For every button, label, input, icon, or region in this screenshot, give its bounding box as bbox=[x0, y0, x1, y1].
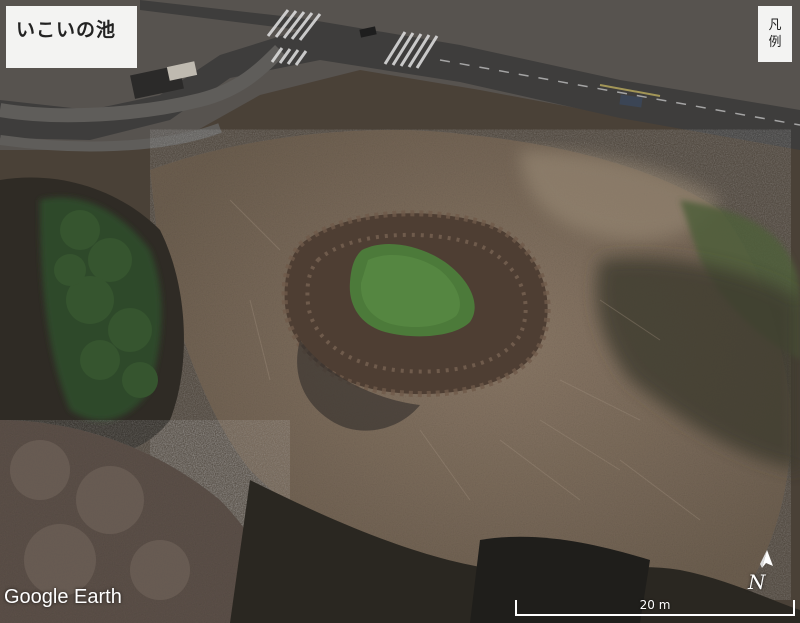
google-earth-attribution: Google Earth bbox=[4, 586, 122, 608]
aerial-map[interactable] bbox=[0, 0, 800, 623]
scale-tick-right bbox=[793, 600, 795, 616]
satellite-imagery bbox=[0, 0, 800, 623]
legend-label-char-1: 凡 bbox=[768, 18, 782, 33]
place-title-panel: いこいの池 bbox=[6, 6, 137, 68]
legend-label-char-2: 例 bbox=[768, 35, 782, 50]
north-letter: N bbox=[748, 570, 766, 594]
page-title: いこいの池 bbox=[16, 19, 117, 41]
scale-line bbox=[515, 614, 795, 616]
legend-button[interactable]: 凡 例 bbox=[758, 6, 792, 62]
scale-tick-left bbox=[515, 600, 517, 616]
scale-bar: 20 m bbox=[515, 596, 795, 618]
scale-label: 20 m bbox=[639, 598, 671, 612]
